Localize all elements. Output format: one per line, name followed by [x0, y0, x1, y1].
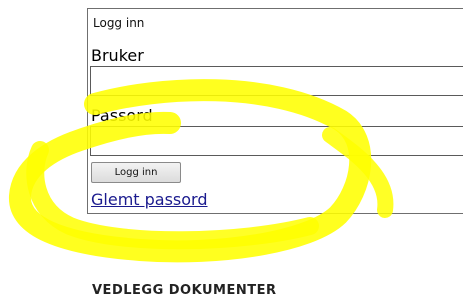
password-input[interactable] [90, 126, 463, 156]
forgot-password-link[interactable]: Glemt passord [91, 190, 208, 209]
attachments-section-heading: VEDLEGG DOKUMENTER [92, 283, 277, 298]
login-panel-title: Logg inn [93, 16, 145, 30]
login-button[interactable]: Logg inn [91, 162, 181, 183]
password-label: Passord [91, 106, 153, 125]
login-panel: Logg inn Bruker Passord Logg inn Glemt p… [87, 8, 463, 214]
username-input[interactable] [90, 66, 463, 96]
username-label: Bruker [91, 46, 144, 65]
